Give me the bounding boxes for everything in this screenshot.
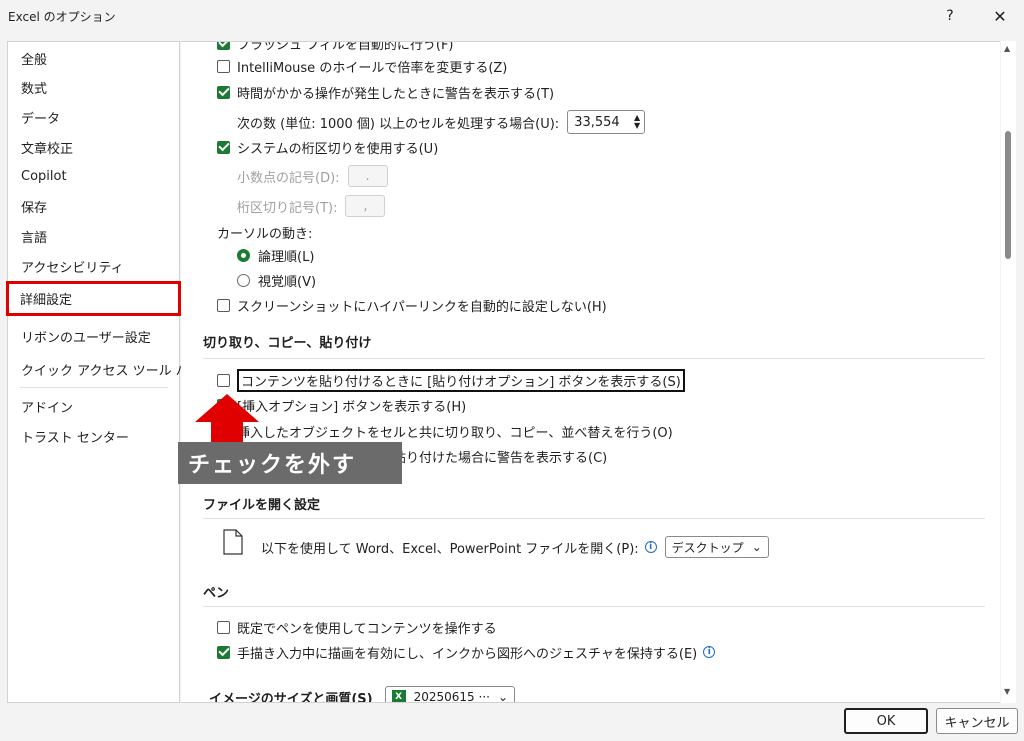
no-hyperlink-screenshot-label: スクリーンショットにハイパーリンクを自動的に設定しない(H) (237, 299, 607, 315)
image-size-row: イメージのサイズと画質(S) X 20250615 ··· ⌄ (209, 685, 516, 703)
sidebar-item-general[interactable]: 全般 (8, 43, 179, 73)
info-icon[interactable]: i (703, 646, 716, 658)
vertical-scrollbar[interactable]: ▲ ▼ (1001, 41, 1016, 703)
cursor-visual-option[interactable]: 視覚順(V) (237, 269, 316, 291)
show-insert-options-label: [挿入オプション] ボタンを表示する(H) (237, 399, 467, 415)
open-with-row: 以下を使用して Word、Excel、PowerPoint ファイルを開く(P)… (261, 535, 769, 559)
open-with-dropdown[interactable]: デスクトップ ⌄ (664, 536, 769, 558)
show-paste-options-label: コンテンツを貼り付けるときに [貼り付けオプション] ボタンを表示する(S) (237, 368, 685, 392)
open-with-value: デスクトップ (671, 540, 744, 555)
sidebar-item-accessibility[interactable]: アクセシビリティ (8, 251, 179, 281)
stepper-arrows-icon[interactable]: ▲ ▼ (634, 114, 640, 130)
image-size-header: イメージのサイズと画質(S) (209, 691, 373, 703)
cursor-logical-label: 論理順(L) (258, 249, 315, 265)
title-bar: Excel のオプション ? ✕ (0, 0, 1024, 32)
ok-button[interactable]: OK (844, 708, 928, 734)
cells-threshold-stepper[interactable]: 33,554 ▲ ▼ (567, 110, 646, 134)
image-file-dropdown[interactable]: X 20250615 ··· ⌄ (384, 686, 516, 703)
info-icon[interactable]: i (644, 541, 657, 553)
warn-long-ops-checkbox[interactable] (217, 85, 230, 99)
sidebar-item-proofing[interactable]: 文章校正 (8, 132, 179, 162)
system-separators-checkbox[interactable] (217, 140, 230, 154)
sidebar-item-quick-access-toolbar[interactable]: クイック アクセス ツール バー (8, 354, 202, 384)
intellimouse-checkbox[interactable] (217, 59, 230, 73)
sidebar: 全般 数式 データ 文章校正 Copilot 保存 言語 アクセシビリティ 詳細… (6, 41, 202, 703)
cursor-movement-label: カーソルの動き: (217, 226, 313, 242)
window-title: Excel のオプション (8, 10, 116, 24)
cells-threshold-label: 次の数 (単位: 1000 個) 以上のセルを処理する場合(U): (237, 116, 560, 132)
cursor-visual-label: 視覚順(V) (258, 274, 317, 290)
scroll-down-icon[interactable]: ▼ (1004, 687, 1010, 696)
file-open-header: ファイルを開く設定 (203, 498, 321, 513)
chevron-down-icon: ⌄ (497, 690, 509, 703)
chevron-down-icon: ⌄ (751, 540, 762, 554)
sidebar-item-save[interactable]: 保存 (8, 191, 179, 221)
use-pen-option[interactable]: 既定でペンを使用してコンテンツを操作する (217, 616, 497, 638)
sidebar-item-formulas[interactable]: 数式 (8, 72, 179, 102)
use-pen-checkbox[interactable] (217, 620, 230, 634)
intellimouse-label: IntelliMouse のホイールで倍率を変更する(Z) (237, 60, 508, 76)
decimal-separator-row: 小数点の記号(D): . (237, 164, 388, 188)
decimal-separator-input[interactable]: . (347, 165, 388, 187)
close-button[interactable]: ✕ (980, 3, 1020, 29)
section-divider (203, 606, 985, 607)
thousands-separator-input[interactable]: , (345, 195, 386, 217)
cells-threshold-row: 次の数 (単位: 1000 個) 以上のセルを処理する場合(U): 33,554… (237, 109, 646, 135)
help-button[interactable]: ? (930, 3, 970, 29)
ink-to-shape-option[interactable]: 手描き入力中に描画を有効にし、インクから図形へのジェスチャを保持する(E) i (217, 641, 716, 663)
use-pen-label: 既定でペンを使用してコンテンツを操作する (237, 621, 497, 637)
show-paste-options-option[interactable]: コンテンツを貼り付けるときに [貼り付けオプション] ボタンを表示する(S) (217, 368, 685, 392)
flash-fill-checkbox[interactable] (217, 42, 230, 50)
options-content: フラッシュ フィルを自動的に行う(F) IntelliMouse のホイールで倍… (181, 41, 1000, 703)
image-file-value: 20250615 ··· (413, 690, 490, 703)
warn-long-ops-option[interactable]: 時間がかかる操作が発生したときに警告を表示する(T) (217, 81, 554, 103)
sidebar-item-copilot[interactable]: Copilot (8, 161, 179, 191)
no-hyperlink-screenshot-option[interactable]: スクリーンショットにハイパーリンクを自動的に設定しない(H) (217, 294, 607, 316)
warn-long-ops-label: 時間がかかる操作が発生したときに警告を表示する(T) (237, 86, 555, 102)
intellimouse-option[interactable]: IntelliMouse のホイールで倍率を変更する(Z) (217, 55, 507, 77)
cells-threshold-value: 33,554 (574, 114, 620, 130)
sidebar-item-addins[interactable]: アドイン (8, 391, 179, 421)
cut-copy-paste-header: 切り取り、コピー、貼り付け (203, 336, 372, 351)
scroll-up-icon[interactable]: ▲ (1004, 44, 1010, 53)
cancel-button[interactable]: キャンセル (936, 708, 1018, 734)
excel-icon: X (391, 690, 406, 702)
red-arrow-icon (195, 394, 259, 442)
cursor-logical-option[interactable]: 論理順(L) (237, 244, 314, 266)
cut-copy-sort-objects-label: 挿入したオブジェクトをセルと共に切り取り、コピー、並べ替えを行う(O) (237, 425, 673, 441)
cursor-visual-radio[interactable] (237, 273, 250, 287)
scroll-thumb[interactable] (1005, 131, 1011, 259)
sidebar-item-trust-center[interactable]: トラスト センター (8, 421, 179, 451)
section-divider (203, 518, 985, 519)
no-hyperlink-screenshot-checkbox[interactable] (217, 298, 230, 312)
ink-to-shape-checkbox[interactable] (217, 645, 230, 659)
pen-header: ペン (203, 586, 230, 601)
cursor-logical-radio[interactable] (237, 248, 250, 262)
thousands-separator-label: 桁区切り記号(T): (237, 200, 338, 216)
sidebar-item-language[interactable]: 言語 (8, 221, 179, 251)
decimal-separator-label: 小数点の記号(D): (237, 170, 340, 186)
sidebar-item-advanced[interactable]: 詳細設定 (6, 281, 181, 316)
open-with-label: 以下を使用して Word、Excel、PowerPoint ファイルを開く(P)… (261, 541, 639, 557)
system-separators-label: システムの桁区切りを使用する(U) (237, 141, 439, 157)
show-paste-options-checkbox[interactable] (217, 373, 230, 387)
sidebar-item-customize-ribbon[interactable]: リボンのユーザー設定 (8, 321, 179, 351)
flash-fill-option[interactable]: フラッシュ フィルを自動的に行う(F) (217, 41, 454, 54)
section-divider (203, 358, 985, 359)
sidebar-divider (20, 387, 168, 388)
document-icon (223, 529, 243, 555)
ink-to-shape-label: 手描き入力中に描画を有効にし、インクから図形へのジェスチャを保持する(E) (237, 646, 698, 662)
sidebar-item-data[interactable]: データ (8, 102, 179, 132)
annotation-callout: チェックを外す (178, 442, 402, 484)
cut-copy-sort-objects-option[interactable]: 挿入したオブジェクトをセルと共に切り取り、コピー、並べ替えを行う(O) (217, 420, 673, 442)
flash-fill-label: フラッシュ フィルを自動的に行う(F) (237, 41, 454, 53)
system-separators-option[interactable]: システムの桁区切りを使用する(U) (217, 136, 438, 158)
thousands-separator-row: 桁区切り記号(T): , (237, 194, 386, 218)
